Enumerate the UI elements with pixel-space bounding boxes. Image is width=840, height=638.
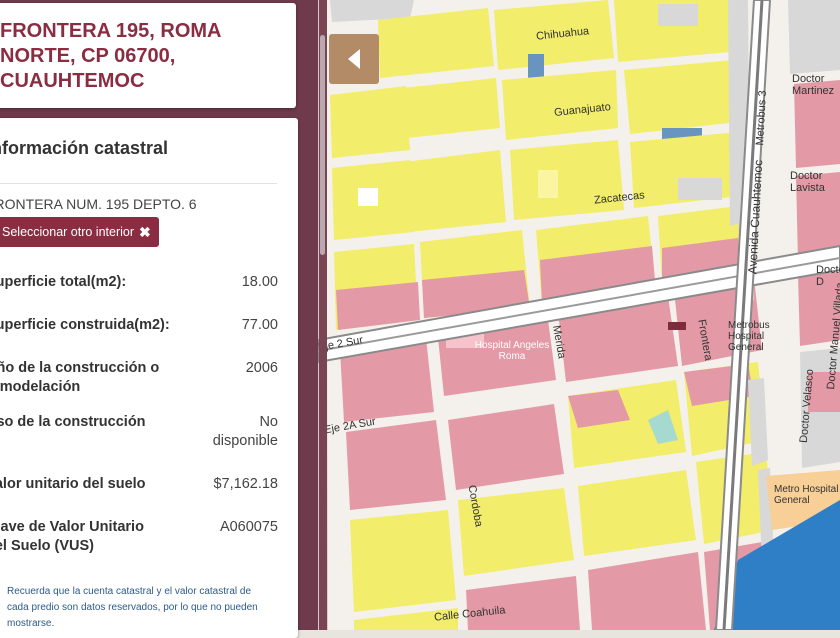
field-label: Clave de Valor Unitario del Suelo (VUS) bbox=[0, 519, 144, 554]
field-label: Año de la construcción o remodelación bbox=[0, 360, 160, 395]
collapse-panel-button[interactable] bbox=[329, 34, 379, 84]
cadastre-title: Información catastral bbox=[0, 138, 169, 158]
field-value: No disponible bbox=[212, 414, 278, 449]
interior-label: FRONTERA NUM. 195 DEPTO. 6 bbox=[0, 196, 197, 212]
address-card: FRONTERA 195, ROMA NORTE, CP 06700, CUAU… bbox=[0, 3, 296, 108]
divider bbox=[0, 183, 277, 184]
field-label: Superficie total(m2): bbox=[0, 274, 127, 290]
map-canvas[interactable] bbox=[318, 0, 840, 630]
cadastral-map[interactable]: Chihuahua Guanajuato Zacatecas Doctor Ma… bbox=[318, 0, 840, 630]
close-icon: ✖ bbox=[139, 224, 151, 240]
field-label: Uso de la construcción bbox=[0, 414, 146, 430]
address-title: FRONTERA 195, ROMA NORTE, CP 06700, CUAU… bbox=[0, 20, 221, 92]
cadastre-info-card: Información catastral FRONTERA NUM. 195 … bbox=[0, 118, 298, 638]
field-label: Superficie construida(m2): bbox=[0, 317, 170, 333]
field-value: 77.00 bbox=[241, 317, 278, 333]
field-value: $7,162.18 bbox=[213, 476, 278, 492]
field-value: A060075 bbox=[219, 519, 278, 535]
field-label: Valor unitario del suelo bbox=[0, 476, 146, 492]
field-value: 2006 bbox=[245, 360, 278, 376]
chevron-left-icon bbox=[348, 49, 360, 69]
select-interior-label: Seleccionar otro interior bbox=[2, 225, 135, 239]
side-panel-scrollbar-thumb[interactable] bbox=[320, 35, 325, 255]
privacy-note: Recuerda que la cuenta catastral y el va… bbox=[7, 586, 258, 629]
field-value: 18.00 bbox=[241, 274, 278, 290]
select-interior-button[interactable]: Seleccionar otro interior ✖ bbox=[0, 217, 159, 247]
